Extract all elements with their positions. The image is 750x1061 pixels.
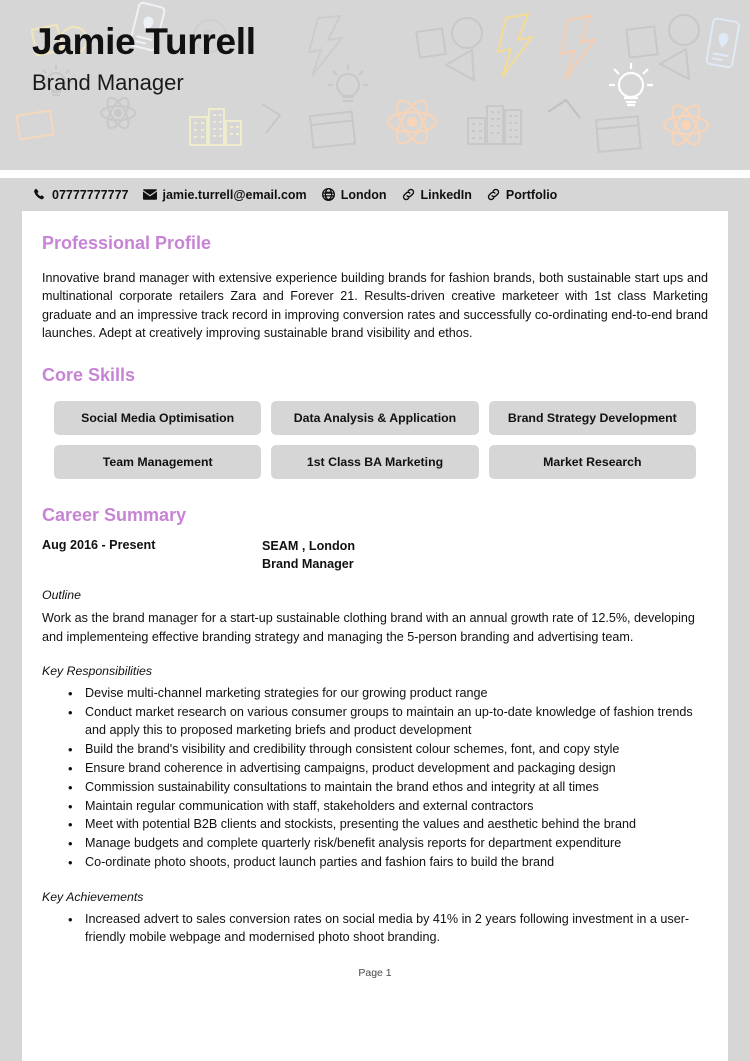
contact-portfolio[interactable]: Portfolio [486,188,557,202]
page-sheet-wrapper: Professional Profile Innovative brand ma… [0,211,750,1061]
envelope-icon [142,188,157,202]
skills-grid: Social Media Optimisation Data Analysis … [42,400,708,479]
outline-paragraph: Work as the brand manager for a start-up… [42,611,695,644]
list-item: Conduct market research on various consu… [42,704,708,740]
skill-pill: Social Media Optimisation [54,400,262,435]
achievements-label: Key Achievements [42,890,144,905]
list-item: Increased advert to sales conversion rat… [42,911,708,947]
link-icon [486,188,501,202]
career-entry: Aug 2016 - Present SEAM , London Brand M… [42,538,708,947]
list-item: Commission sustainability consultations … [42,779,708,797]
skill-pill: 1st Class BA Marketing [271,444,479,479]
resume-page: Professional Profile Innovative brand ma… [22,211,728,1061]
list-item: Ensure brand coherence in advertising ca… [42,760,708,778]
section-title-profile: Professional Profile [42,233,212,253]
list-item: Build the brand's visibility and credibi… [42,741,708,759]
list-item: Maintain regular communication with staf… [42,798,708,816]
contact-email-label: jamie.turrell@email.com [162,187,307,202]
responsibilities-label: Key Responsibilities [42,664,153,679]
outline-label: Outline [42,588,81,603]
header-banner: Jamie Turrell Brand Manager [0,0,750,170]
contact-email[interactable]: jamie.turrell@email.com [142,187,307,202]
contact-location-label: London [340,187,387,202]
skill-pill: Data Analysis & Application [271,400,479,435]
globe-icon [321,188,336,202]
responsibilities-list: Devise multi-channel marketing strategie… [42,685,708,872]
contact-phone[interactable]: 07777777777 [32,188,128,202]
job-role: Brand Manager [262,557,354,572]
page-number: Page 1 [358,966,392,979]
skill-pill: Team Management [54,444,262,479]
job-company: SEAM , London [262,539,356,554]
contact-phone-label: 07777777777 [52,187,129,202]
profile-paragraph: Innovative brand manager with extensive … [42,270,708,341]
candidate-name: Jamie Turrell [32,21,256,62]
list-item: Co-ordinate photo shoots, product launch… [42,854,708,872]
job-dates: Aug 2016 - Present [42,538,156,553]
list-item: Meet with potential B2B clients and stoc… [42,816,708,834]
section-title-career: Career Summary [42,504,187,525]
list-item: Manage budgets and complete quarterly ri… [42,835,708,853]
list-item: Devise multi-channel marketing strategie… [42,685,708,703]
header-divider [0,170,750,178]
section-title-skills: Core Skills [42,365,136,386]
phone-icon [32,188,47,202]
contact-bar: 07777777777 jamie.turrell@email.com Lond… [0,178,750,211]
contact-linkedin[interactable]: LinkedIn [401,188,472,202]
link-icon [401,188,416,202]
contact-location: London [321,188,387,202]
contact-portfolio-label: Portfolio [505,187,558,202]
candidate-job-title: Brand Manager [32,69,184,95]
job-header: Aug 2016 - Present SEAM , London Brand M… [42,538,708,574]
achievements-list: Increased advert to sales conversion rat… [42,911,708,947]
header-text-block: Jamie Turrell Brand Manager [32,21,256,95]
contact-linkedin-label: LinkedIn [420,187,472,202]
skill-pill: Brand Strategy Development [488,400,696,435]
job-company-block: SEAM , London Brand Manager [262,538,355,574]
skill-pill: Market Research [488,444,696,479]
